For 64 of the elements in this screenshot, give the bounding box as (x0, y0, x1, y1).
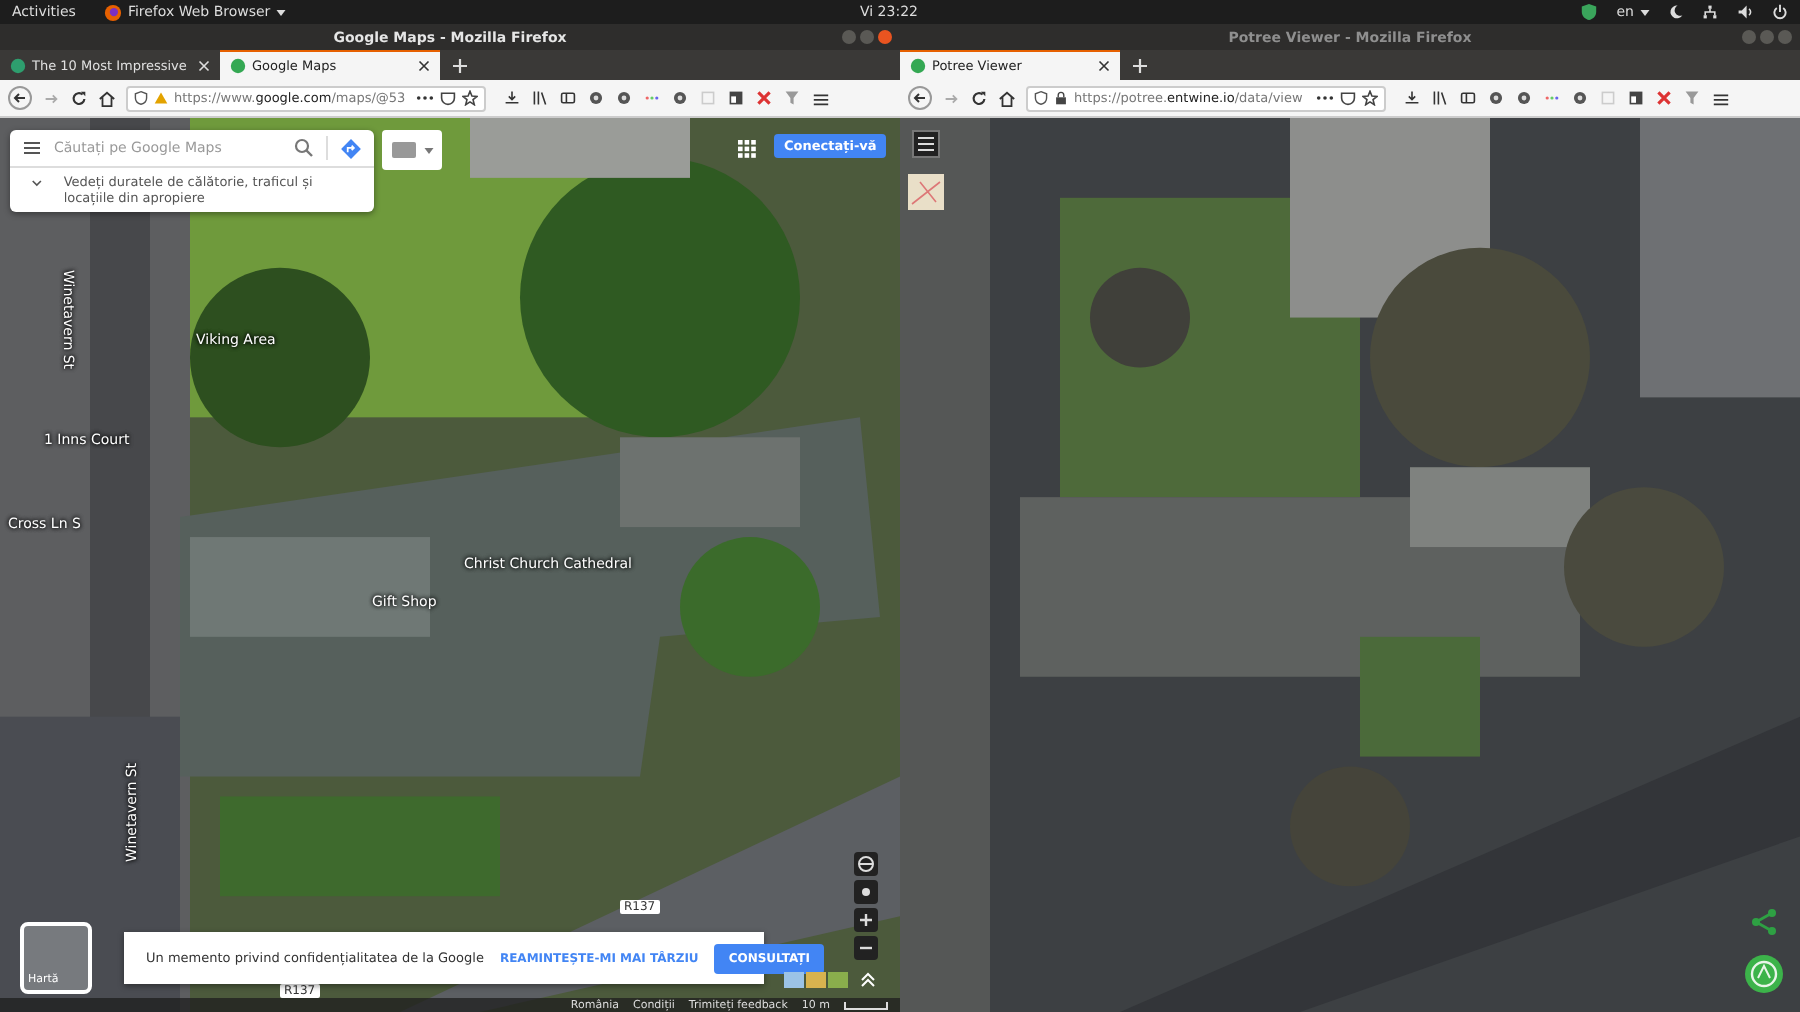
compass-icon[interactable] (854, 852, 878, 876)
shield-icon (134, 90, 148, 106)
menu-icon[interactable] (22, 138, 42, 158)
reload-icon[interactable] (970, 89, 988, 107)
download-icon[interactable] (1404, 90, 1420, 106)
apps-grid-icon[interactable] (738, 140, 756, 158)
library-icon[interactable] (532, 90, 548, 106)
caret-icon (423, 147, 433, 153)
search-icon[interactable] (294, 138, 314, 158)
home-icon[interactable] (998, 89, 1016, 107)
menu-icon[interactable] (812, 89, 830, 107)
imagery-thumbnails-icon[interactable] (784, 972, 848, 988)
home-icon[interactable] (98, 89, 116, 107)
menu-icon[interactable] (1712, 89, 1730, 107)
close-button[interactable] (878, 30, 892, 44)
chevron-up-icon[interactable] (860, 972, 876, 988)
sidebar-icon[interactable] (560, 90, 576, 106)
directions-icon[interactable] (340, 137, 362, 159)
download-icon[interactable] (504, 90, 520, 106)
pocket-icon[interactable] (440, 90, 456, 106)
firefox-icon (103, 3, 122, 21)
pocket-icon[interactable] (1340, 90, 1356, 106)
warning-icon (154, 90, 168, 106)
library-icon[interactable] (1432, 90, 1448, 106)
favicon-icon (10, 58, 26, 74)
power-icon[interactable] (1772, 4, 1788, 20)
zoom-out-icon[interactable] (854, 936, 878, 960)
close-icon[interactable] (1098, 60, 1110, 72)
layer-selector[interactable] (382, 130, 442, 170)
reload-icon[interactable] (70, 89, 88, 107)
funnel-icon[interactable] (1684, 90, 1700, 106)
close-icon[interactable] (418, 60, 430, 72)
menu-icon[interactable] (912, 130, 940, 158)
more-icon[interactable] (416, 94, 434, 102)
keyboard-icon (391, 142, 415, 158)
star-icon[interactable] (1362, 90, 1378, 106)
moon-icon[interactable] (1668, 4, 1684, 20)
zoom-in-icon[interactable] (854, 908, 878, 932)
scale-bar (844, 1001, 888, 1009)
logo-icon[interactable] (1744, 954, 1784, 994)
star-icon[interactable] (462, 90, 478, 106)
more-icon[interactable] (1316, 94, 1334, 102)
back-icon[interactable] (8, 86, 32, 110)
shield-icon[interactable] (1580, 2, 1599, 22)
window-icon[interactable] (728, 90, 744, 106)
shield-icon (1034, 90, 1048, 106)
back-icon[interactable] (908, 86, 932, 110)
favicon-icon (910, 58, 926, 74)
share-icon[interactable] (1750, 908, 1778, 936)
network-icon[interactable] (1702, 4, 1718, 20)
point-cloud-drawing[interactable] (900, 118, 1800, 1012)
window-icon[interactable] (1628, 90, 1644, 106)
lock-icon (1054, 90, 1068, 106)
sidebar-icon[interactable] (1460, 90, 1476, 106)
location-icon[interactable] (854, 880, 878, 904)
caret-icon (276, 9, 287, 15)
volume-icon[interactable] (1736, 4, 1754, 20)
funnel-icon[interactable] (784, 90, 800, 106)
cross-icon[interactable] (756, 90, 772, 106)
caret-icon (1640, 9, 1650, 15)
new-tab-icon[interactable] (1132, 57, 1148, 73)
new-tab-icon[interactable] (452, 57, 468, 73)
favicon-icon (230, 58, 246, 74)
cross-icon[interactable] (1656, 90, 1672, 106)
